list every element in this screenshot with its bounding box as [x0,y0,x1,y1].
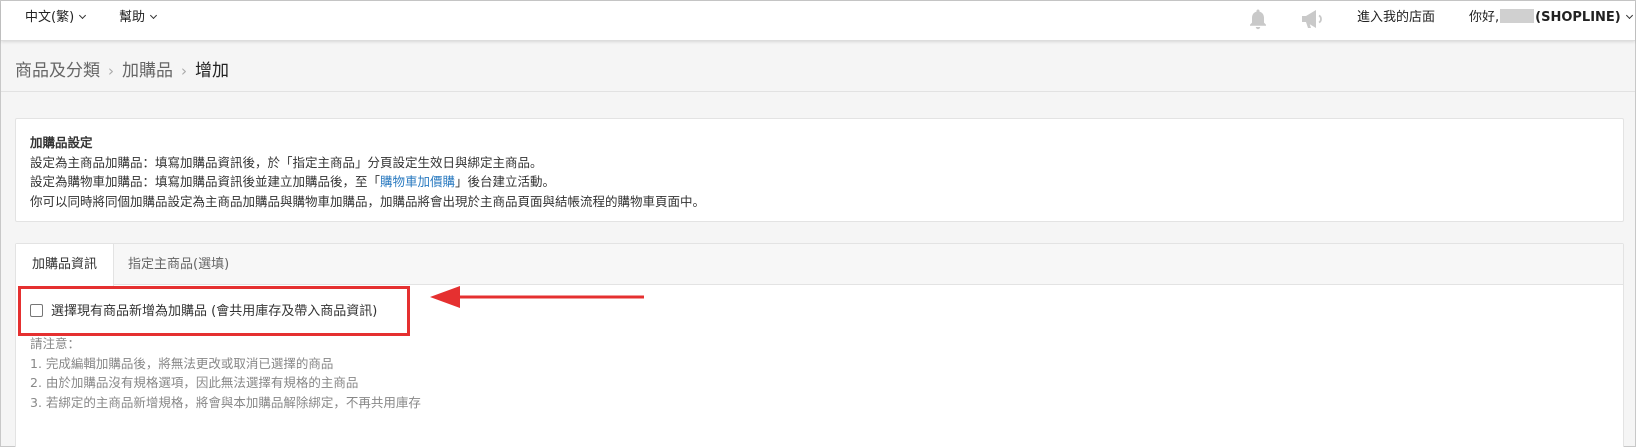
app-window: 中文(繁) 幫助 進入我的店面 你好, (SHOPLINE) 商品及分類 › 加購品 ›… [0,0,1636,447]
breadcrumb-item-current: 增加 [195,61,229,81]
note-2: 2. 由於加購品沒有規格選項，因此無法選擇有規格的主商品 [30,375,359,390]
tab-main-products[interactable]: 指定主商品(選填) [112,244,245,285]
help-label: 幫助 [119,10,146,25]
chevron-down-icon [79,11,87,20]
notes-block: 請注意： 1. 完成編輯加購品後，將無法更改或取消已選擇的商品 2. 由於加購品… [30,334,421,412]
info-line-2-before: 設定為購物車加購品：填寫加購品資訊後並建立加購品後，至「 [30,174,381,189]
help-dropdown[interactable]: 幫助 [119,1,158,35]
brand-name: (SHOPLINE) [1535,10,1621,25]
info-line-2-after: 」後台建立活動。 [455,174,556,189]
existing-product-checkbox[interactable] [30,304,43,317]
tab-bar: 加購品資訊 指定主商品(選填) [16,244,1623,286]
language-dropdown[interactable]: 中文(繁) [25,1,87,35]
chevron-right-icon: › [108,62,114,80]
greeting-text: 你好, [1469,10,1500,25]
info-panel: 加購品設定 設定為主商品加購品：填寫加購品資訊後，於「指定主商品」分頁設定生效日… [15,118,1624,222]
note-3: 3. 若綁定的主商品新增規格，將會與本加購品解除綁定，不再共用庫存 [30,394,421,410]
masked-username [1500,9,1535,23]
info-line-3: 你可以同時將同個加購品設定為主商品加購品與購物車加購品，加購品將會出現於主商品頁… [30,193,706,209]
chevron-right-icon: › [181,62,187,80]
checkbox-label: 選擇現有商品新增為加購品 (會共用庫存及帶入商品資訊) [51,304,378,319]
breadcrumb-item-products[interactable]: 商品及分類 [15,61,100,81]
tabs-panel: 加購品資訊 指定主商品(選填) 選擇現有商品新增為加購品 (會共用庫存及帶入商品… [15,243,1624,447]
chevron-down-icon [149,11,158,20]
tab-addon-info[interactable]: 加購品資訊 [16,244,115,286]
existing-product-option: 選擇現有商品新增為加購品 (會共用庫存及帶入商品資訊) [30,304,377,320]
info-title: 加購品設定 [30,135,93,150]
divider [1,91,1635,92]
chevron-down-icon [1625,11,1633,20]
bell-icon[interactable] [1246,7,1270,31]
info-line-1: 設定為主商品加購品：填寫加購品資訊後，於「指定主商品」分頁設定生效日與綁定主商品… [30,154,543,170]
breadcrumb-item-addons[interactable]: 加購品 [122,61,173,81]
red-arrow-annotation [430,286,644,308]
note-1: 1. 完成編輯加購品後，將無法更改或取消已選擇的商品 [30,355,334,371]
breadcrumb: 商品及分類 › 加購品 › 增加 [15,56,229,82]
notes-title: 請注意： [30,336,81,351]
store-link[interactable]: 進入我的店面 [1357,1,1435,35]
megaphone-icon[interactable] [1299,7,1325,31]
user-menu[interactable]: 你好, (SHOPLINE) [1469,1,1633,35]
top-navbar: 中文(繁) 幫助 進入我的店面 你好, (SHOPLINE) [1,1,1635,41]
language-label: 中文(繁) [25,10,75,25]
info-line-2: 設定為購物車加購品：填寫加購品資訊後並建立加購品後，至「購物車加價購」後台建立活… [30,172,1609,192]
cart-addon-link[interactable]: 購物車加價購 [380,174,455,189]
